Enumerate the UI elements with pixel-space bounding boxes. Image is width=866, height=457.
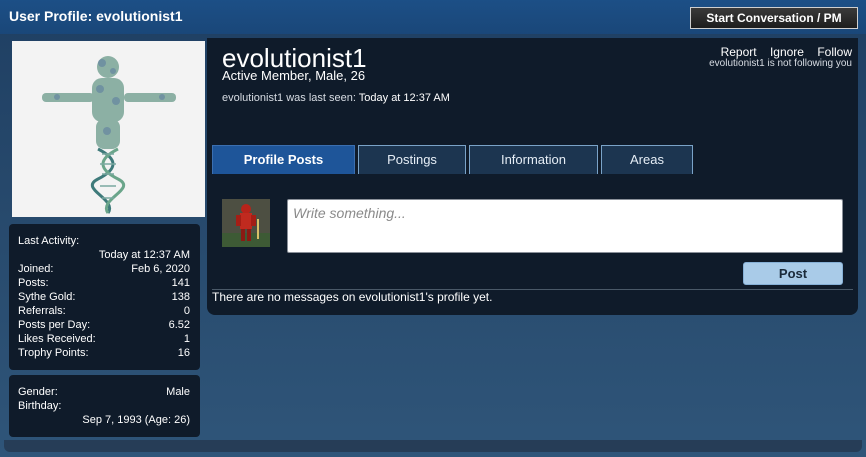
stat-row-sythe-gold: Sythe Gold: 138 [18,290,190,304]
birthday-row: Birthday: [18,399,190,413]
stat-label: Posts: [18,277,49,289]
follow-link[interactable]: Follow [817,45,852,59]
footer-strip [4,440,862,452]
profile-user-title: Active Member, Male, 26 [222,68,366,83]
page: User Profile: evolutionist1 Start Conver… [0,0,866,457]
stat-row-posts: Posts: 141 [18,276,190,290]
empty-messages-text: There are no messages on evolutionist1's… [212,290,493,304]
last-activity-label: Last Activity: [18,235,80,247]
report-link[interactable]: Report [721,45,757,59]
tab-postings[interactable]: Postings [358,145,466,174]
last-activity-row: Last Activity: [18,234,190,248]
stat-label: Sythe Gold: [18,291,76,303]
last-seen-prefix: evolutionist1 was last seen: [222,92,356,104]
tab-information[interactable]: Information [469,145,598,174]
profile-actions: Report Ignore Follow [711,45,852,59]
stat-label: Likes Received: [18,333,96,345]
character-avatar-image [222,199,270,247]
stats-panel: Last Activity: Today at 12:37 AM Joined:… [9,224,200,370]
ignore-link[interactable]: Ignore [770,45,804,59]
stat-label: Joined: [18,263,54,275]
stat-value: 1 [183,333,190,345]
personal-info-panel: Gender: Male Birthday: Sep 7, 1993 (Age:… [9,375,200,437]
start-conversation-button[interactable]: Start Conversation / PM [690,7,858,29]
birthday-value-row: Sep 7, 1993 (Age: 26) [18,413,190,427]
gender-value: Male [166,386,190,398]
follow-status-note: evolutionist1 is not following you [709,58,852,69]
profile-avatar[interactable] [12,41,205,217]
post-button[interactable]: Post [743,262,843,285]
profile-posts-panel: Post There are no messages on evolutioni… [207,175,858,315]
stat-value: 0 [183,305,190,317]
stat-row-referrals: Referrals: 0 [18,304,190,318]
stat-value: 138 [171,291,190,303]
profile-post-input[interactable] [287,199,843,253]
title-bar: User Profile: evolutionist1 Start Conver… [0,0,866,34]
last-activity-value: Today at 12:37 AM [98,249,190,261]
stat-row-likes-received: Likes Received: 1 [18,332,190,346]
current-user-avatar[interactable] [222,199,270,247]
stat-row-trophy-points: Trophy Points: 16 [18,346,190,360]
stat-label: Referrals: [18,305,66,317]
last-activity-value-row: Today at 12:37 AM [18,248,190,262]
page-title: User Profile: evolutionist1 [9,8,183,24]
birthday-label: Birthday: [18,400,62,412]
stat-label: Posts per Day: [18,319,91,331]
birthday-value: Sep 7, 1993 (Age: 26) [82,414,190,426]
gender-row: Gender: Male [18,385,190,399]
gender-label: Gender: [18,386,58,398]
stat-row-joined: Joined: Feb 6, 2020 [18,262,190,276]
dna-human-avatar-image [12,41,205,217]
last-seen: evolutionist1 was last seen: Today at 12… [222,92,450,104]
stat-value[interactable]: 16 [178,346,190,360]
tab-profile-posts[interactable]: Profile Posts [212,145,355,174]
stat-label: Trophy Points: [18,347,89,359]
stat-value[interactable]: 141 [172,276,190,290]
tab-areas[interactable]: Areas [601,145,693,174]
stat-value: 6.52 [168,319,190,331]
stat-value: Feb 6, 2020 [131,263,190,275]
last-seen-value: Today at 12:37 AM [358,92,450,104]
stat-row-posts-per-day: Posts per Day: 6.52 [18,318,190,332]
